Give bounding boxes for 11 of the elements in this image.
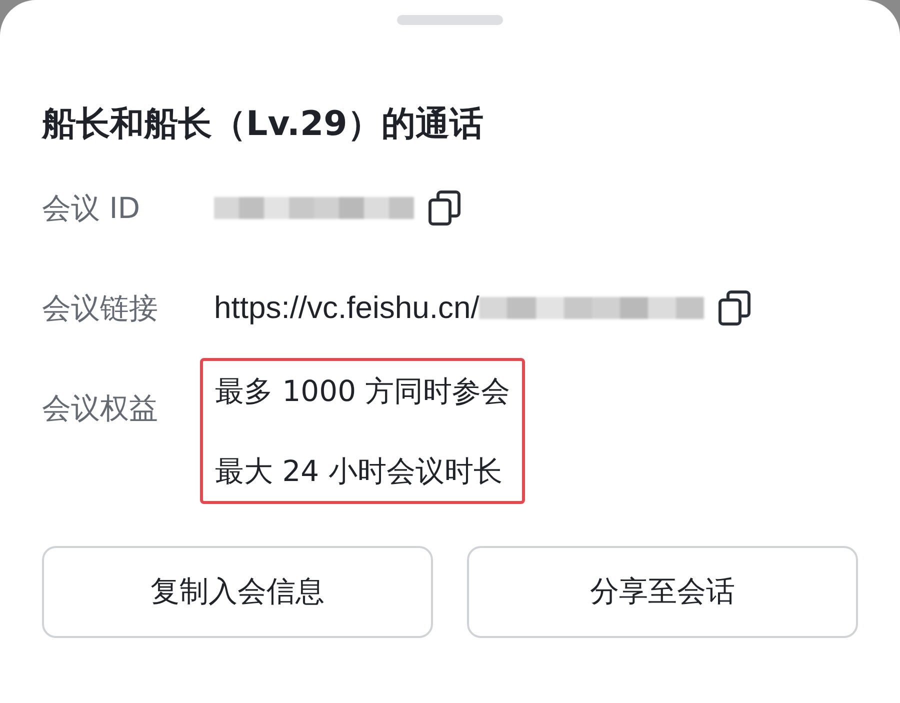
benefit-text: 最大 24 小时会议时长: [215, 453, 504, 490]
drag-handle[interactable]: [397, 15, 503, 25]
action-button[interactable]: 复制入会信息: [42, 546, 433, 638]
field-label: 会议权益: [42, 390, 159, 427]
field-label: 会议链接: [42, 290, 159, 327]
dialog-title: 船长和船长（Lv.29）的通话: [42, 103, 484, 146]
action-button[interactable]: 分享至会话: [467, 546, 858, 638]
field-label: 会议 ID: [42, 190, 142, 227]
copy-icon[interactable]: [428, 190, 462, 226]
copy-icon[interactable]: [718, 290, 752, 326]
benefit-text: 最多 1000 方同时参会: [215, 373, 510, 410]
